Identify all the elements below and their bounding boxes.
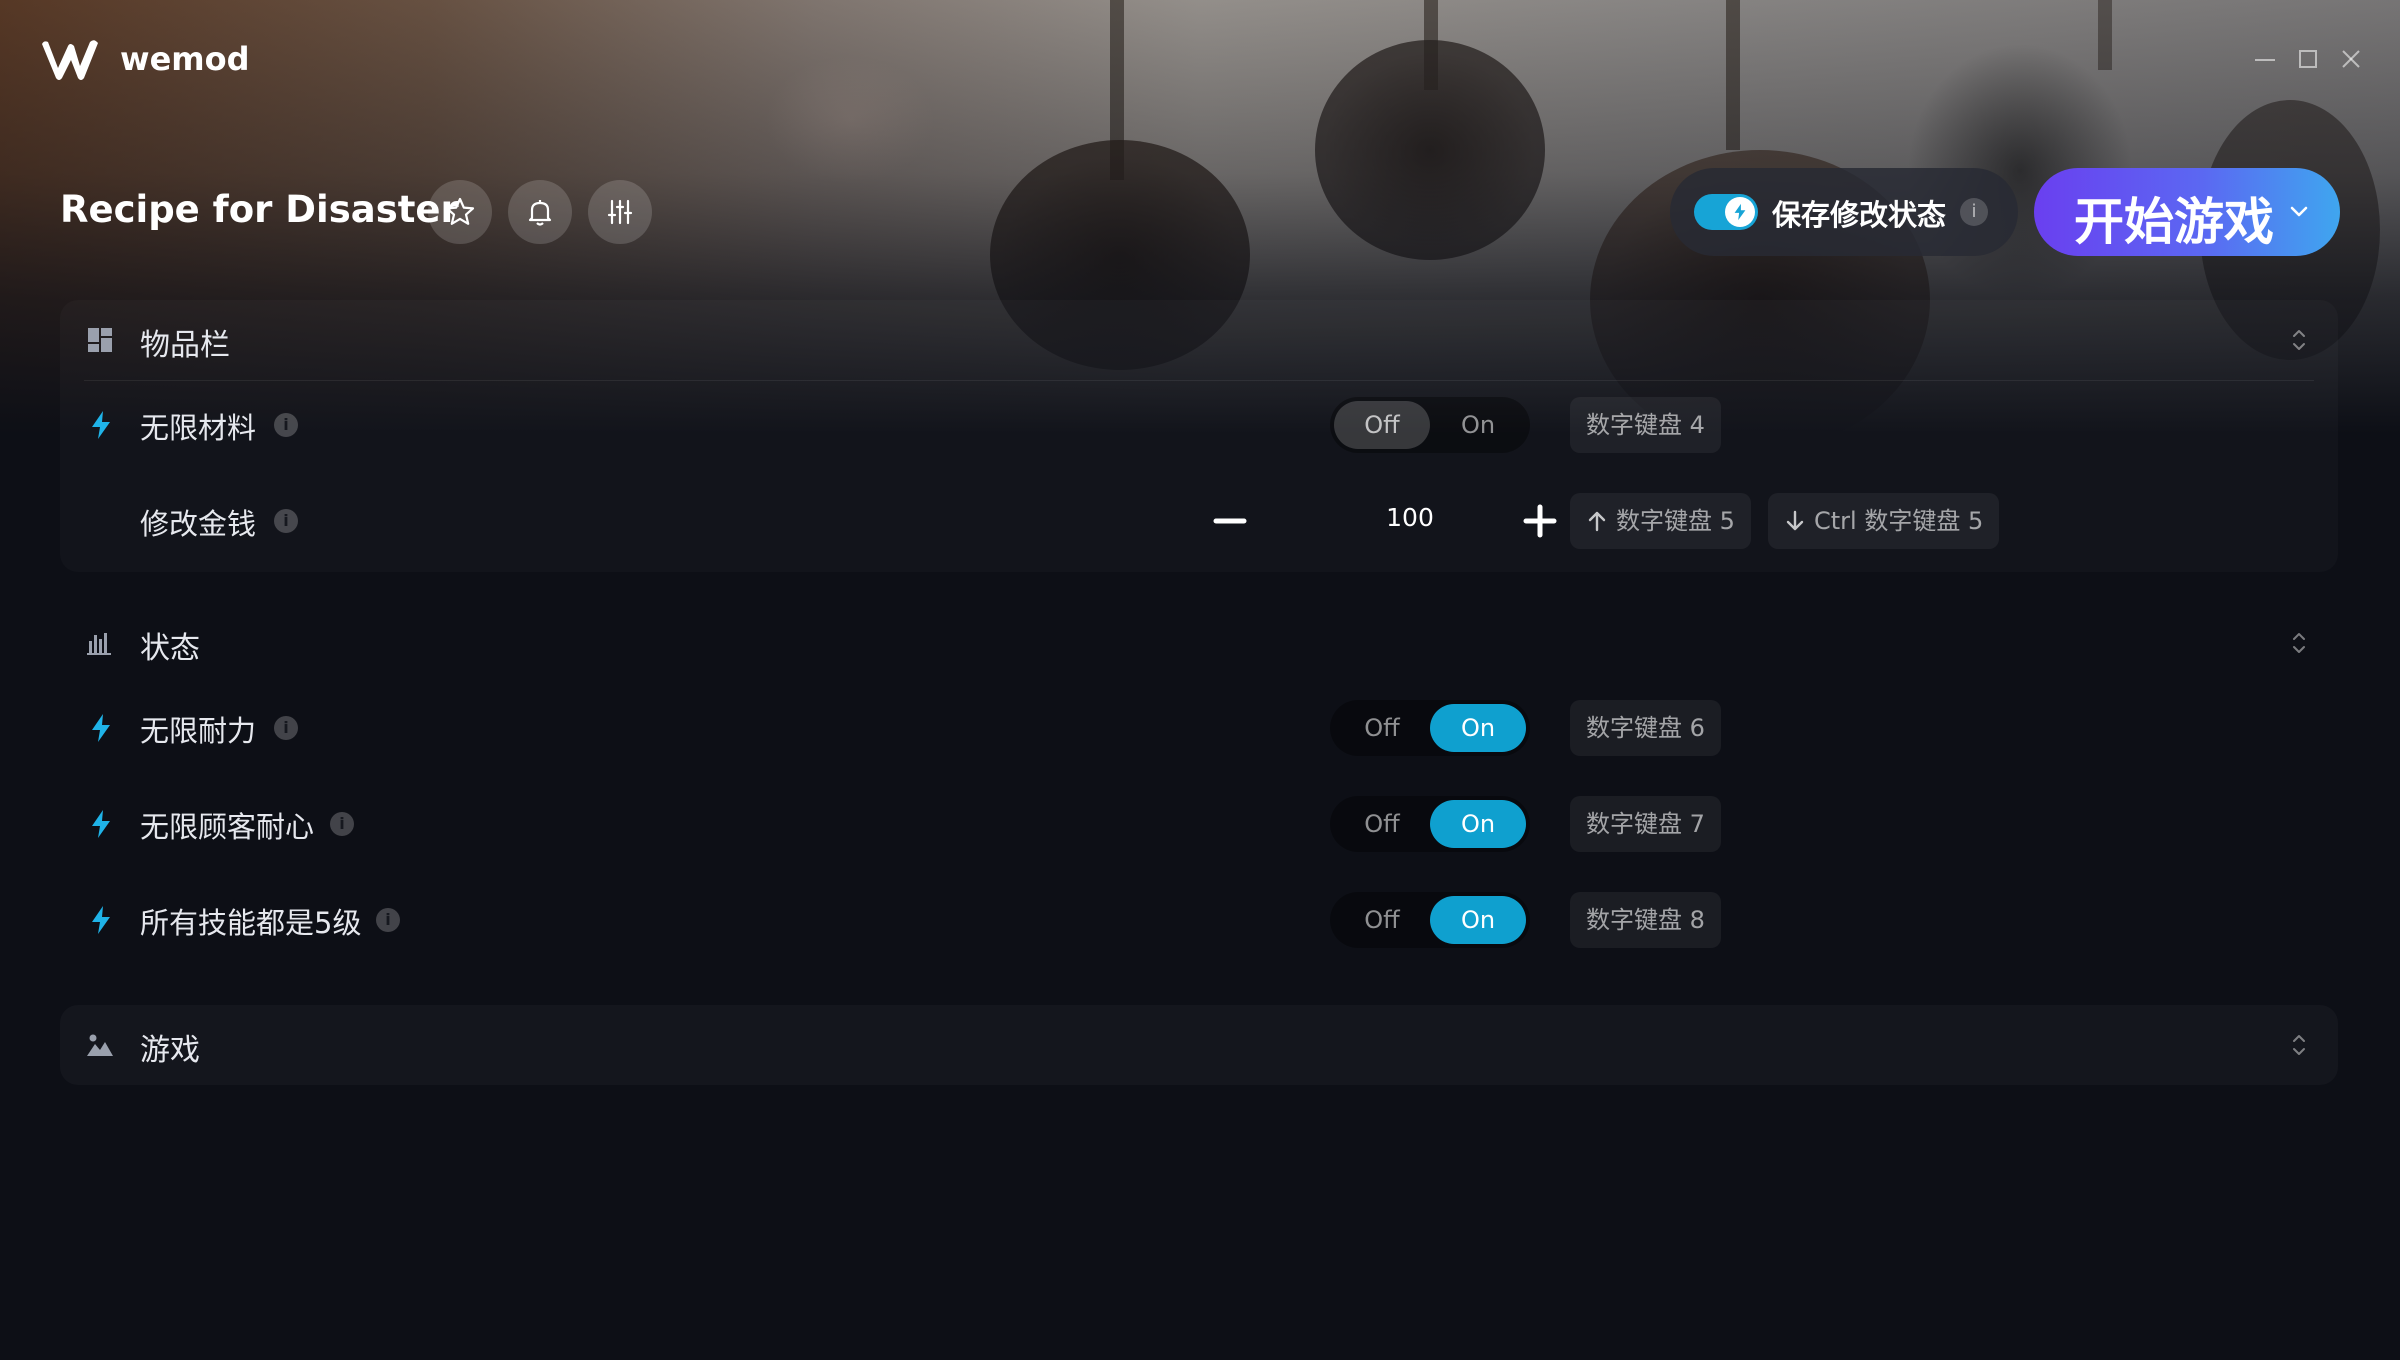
save-mods-info-icon[interactable]: i bbox=[1960, 198, 1988, 226]
mod-row-edit-money: 修改金钱 i 100 数字键盘 5 Ctrl 数字键盘 5 bbox=[60, 473, 2338, 569]
info-icon[interactable]: i bbox=[274, 716, 298, 740]
increase-button[interactable] bbox=[1520, 501, 1560, 541]
hotkey-label: 数字键盘 7 bbox=[1586, 810, 1705, 838]
toggle-on-option[interactable]: On bbox=[1430, 704, 1526, 752]
arrow-down-icon bbox=[1786, 510, 1804, 531]
favorite-button[interactable] bbox=[428, 180, 492, 244]
close-icon[interactable] bbox=[2336, 44, 2366, 74]
minimize-icon[interactable] bbox=[2250, 44, 2280, 74]
section-header-status[interactable]: 状态 bbox=[60, 603, 2338, 683]
toggle-off-option[interactable]: Off bbox=[1334, 896, 1430, 944]
mod-row-infinite-stamina: 无限耐力 i Off On 数字键盘 6 bbox=[60, 680, 2338, 776]
section-title: 物品栏 bbox=[140, 328, 230, 363]
hotkey-label: 数字键盘 4 bbox=[1586, 411, 1705, 439]
play-label: 开始游戏 bbox=[2074, 193, 2274, 251]
mod-label: 所有技能都是5级 bbox=[140, 906, 362, 940]
mod-row-infinite-materials: 无限材料 i Off On 数字键盘 4 bbox=[60, 377, 2338, 473]
lightning-icon bbox=[92, 810, 110, 838]
maximize-icon[interactable] bbox=[2293, 44, 2323, 74]
hotkey-label: Ctrl 数字键盘 5 bbox=[1814, 507, 1984, 535]
money-value-input[interactable]: 100 bbox=[1350, 503, 1470, 532]
hotkey-label: 数字键盘 8 bbox=[1586, 906, 1705, 934]
section-header-game[interactable]: 游戏 bbox=[60, 1005, 2338, 1085]
collapse-icon[interactable] bbox=[2286, 627, 2312, 659]
mod-toggle[interactable]: Off On bbox=[1330, 397, 1530, 453]
info-icon[interactable]: i bbox=[274, 509, 298, 533]
section-header-inventory[interactable]: 物品栏 bbox=[60, 300, 2338, 380]
toggle-off-option[interactable]: Off bbox=[1334, 704, 1430, 752]
section-title: 状态 bbox=[140, 631, 200, 666]
mod-label: 修改金钱 bbox=[140, 507, 257, 541]
lightning-icon bbox=[92, 906, 110, 934]
mod-toggle[interactable]: Off On bbox=[1330, 796, 1530, 852]
hotkey-decrease-button[interactable]: Ctrl 数字键盘 5 bbox=[1768, 493, 2000, 549]
info-icon[interactable]: i bbox=[330, 812, 354, 836]
sliders-icon bbox=[607, 199, 633, 225]
arrow-up-icon bbox=[1588, 511, 1606, 532]
section-game: 游戏 bbox=[60, 1005, 2338, 1085]
section-status: 状态 无限耐力 i Off On 数字键盘 6 无限顾客耐心 i Off On … bbox=[60, 603, 2338, 963]
toggle-off-option[interactable]: Off bbox=[1334, 401, 1430, 449]
game-title: Recipe for Disaster bbox=[60, 188, 459, 231]
save-mods-switch[interactable] bbox=[1694, 194, 1758, 230]
play-button[interactable]: 开始游戏 bbox=[2034, 168, 2340, 256]
bell-icon bbox=[528, 200, 552, 226]
mod-label: 无限材料 bbox=[140, 411, 257, 445]
grid-icon bbox=[84, 324, 116, 356]
info-icon[interactable]: i bbox=[376, 908, 400, 932]
mod-label: 无限顾客耐心 bbox=[140, 810, 315, 844]
lightning-icon bbox=[1734, 203, 1746, 221]
info-icon[interactable]: i bbox=[274, 413, 298, 437]
settings-button[interactable] bbox=[588, 180, 652, 244]
mod-row-max-skill-level: 所有技能都是5级 i Off On 数字键盘 8 bbox=[60, 872, 2338, 968]
wemod-logo-icon bbox=[42, 40, 98, 80]
decrease-button[interactable] bbox=[1210, 501, 1250, 541]
bar-chart-icon bbox=[84, 627, 116, 659]
expand-icon[interactable] bbox=[2286, 1029, 2312, 1061]
landscape-icon bbox=[84, 1029, 116, 1061]
toggle-off-option[interactable]: Off bbox=[1334, 800, 1430, 848]
hotkey-button[interactable]: 数字键盘 6 bbox=[1570, 700, 1721, 756]
mod-row-infinite-customer-patience: 无限顾客耐心 i Off On 数字键盘 7 bbox=[60, 776, 2338, 872]
hotkey-label: 数字键盘 6 bbox=[1586, 714, 1705, 742]
app-name: wemod bbox=[120, 40, 250, 78]
hotkey-button[interactable]: 数字键盘 4 bbox=[1570, 397, 1721, 453]
hotkey-button[interactable]: 数字键盘 7 bbox=[1570, 796, 1721, 852]
toggle-on-option[interactable]: On bbox=[1430, 800, 1526, 848]
hotkey-increase-button[interactable]: 数字键盘 5 bbox=[1570, 493, 1751, 549]
toggle-on-option[interactable]: On bbox=[1430, 896, 1526, 944]
hotkey-label: 数字键盘 5 bbox=[1616, 507, 1735, 535]
section-title: 游戏 bbox=[140, 1033, 200, 1068]
section-inventory: 物品栏 无限材料 i Off On 数字键盘 4 修改金钱 i 100 数字键盘… bbox=[60, 300, 2338, 572]
collapse-icon[interactable] bbox=[2286, 324, 2312, 356]
notifications-button[interactable] bbox=[508, 180, 572, 244]
mod-label: 无限耐力 bbox=[140, 714, 257, 748]
mod-toggle[interactable]: Off On bbox=[1330, 892, 1530, 948]
hotkey-button[interactable]: 数字键盘 8 bbox=[1570, 892, 1721, 948]
mod-toggle[interactable]: Off On bbox=[1330, 700, 1530, 756]
save-mods-toggle[interactable]: 保存修改状态 i bbox=[1670, 168, 2018, 256]
chevron-down-icon[interactable] bbox=[2284, 196, 2314, 226]
lightning-icon bbox=[92, 714, 110, 742]
star-icon bbox=[445, 197, 475, 225]
save-mods-label: 保存修改状态 bbox=[1772, 198, 1947, 232]
lightning-icon bbox=[92, 411, 110, 439]
toggle-on-option[interactable]: On bbox=[1430, 401, 1526, 449]
